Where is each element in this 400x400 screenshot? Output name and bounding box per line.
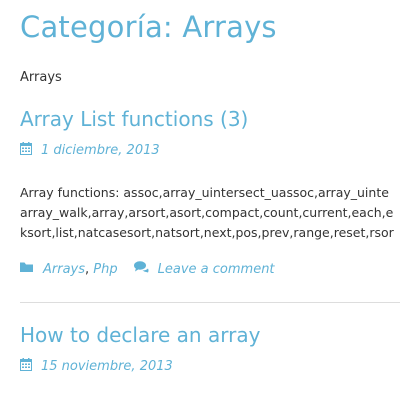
post-footer-meta: Arrays , Php Leave a comment <box>20 261 275 277</box>
category-link-arrays[interactable]: Arrays <box>43 262 85 277</box>
excerpt-line: array_walk,array,arsort,asort,compact,co… <box>20 205 394 220</box>
excerpt-line: ksort,list,natcasesort,natsort,next,pos,… <box>20 225 394 240</box>
comments-icon <box>133 261 149 277</box>
folder-icon <box>20 261 34 277</box>
page-title: Categoría: Arrays <box>20 10 277 44</box>
post-divider <box>20 302 400 303</box>
calendar-icon <box>20 358 32 375</box>
calendar-icon <box>20 142 32 159</box>
post-excerpt: Array functions: assoc,array_uintersect_… <box>20 183 400 243</box>
post-title-link[interactable]: Array List functions (3) <box>20 107 248 131</box>
leave-comment-link[interactable]: Leave a comment <box>158 262 275 277</box>
category-description: Arrays <box>20 70 62 85</box>
post-date-link[interactable]: 15 noviembre, 2013 <box>41 359 173 374</box>
post-date-meta: 1 diciembre, 2013 <box>20 142 160 159</box>
post-title-link[interactable]: How to declare an array <box>20 323 260 347</box>
post-date-link[interactable]: 1 diciembre, 2013 <box>41 143 160 158</box>
category-separator: , <box>85 261 90 277</box>
excerpt-line: Array functions: assoc,array_uintersect_… <box>20 185 389 200</box>
post-date-meta: 15 noviembre, 2013 <box>20 358 173 375</box>
category-link-php[interactable]: Php <box>93 262 117 277</box>
